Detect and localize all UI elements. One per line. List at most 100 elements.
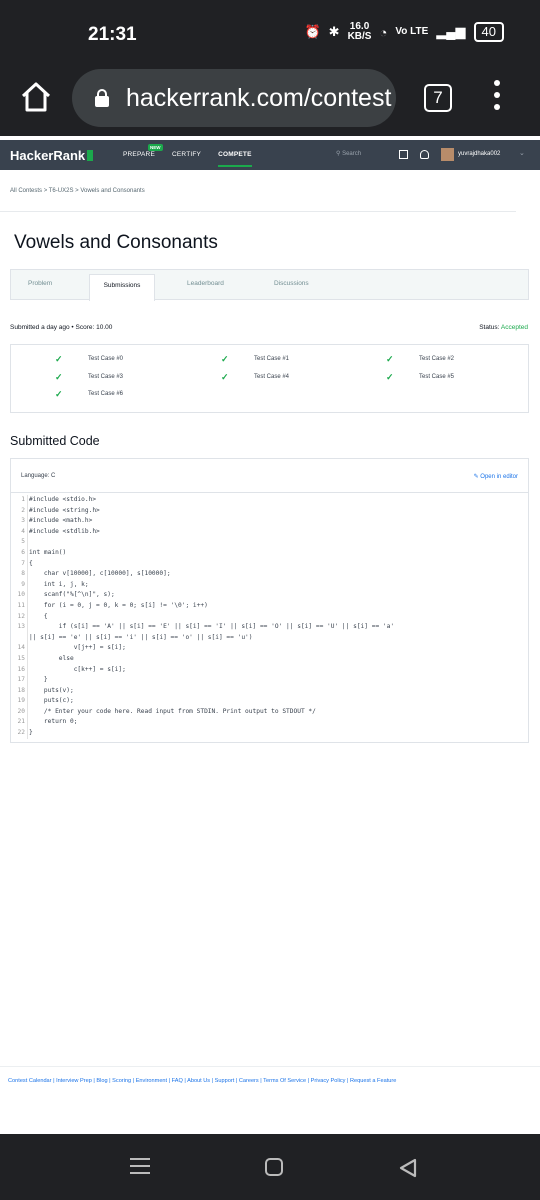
line-number: 22 [17, 729, 25, 737]
hackerrank-logo[interactable]: HackerRank [10, 148, 94, 163]
code-text: int main() [29, 548, 67, 556]
code-line: 9 int i, j, k; [11, 579, 530, 591]
line-number: 4 [21, 527, 25, 535]
tab-problem[interactable]: Problem [28, 280, 52, 287]
line-number: 20 [17, 707, 25, 715]
check-icon: ✓ [55, 354, 63, 364]
footer-links[interactable]: Contest Calendar | Interview Prep | Blog… [8, 1078, 396, 1084]
line-number: 12 [17, 612, 25, 620]
code-line: 13 if (s[i] == 'A' || s[i] == 'E' || s[i… [11, 622, 530, 633]
code-text: char v[10000], c[10000], s[10000]; [29, 570, 171, 578]
breadcrumb-all-contests[interactable]: All Contests [10, 188, 42, 194]
challenge-tabs: Problem Submissions Leaderboard Discussi… [10, 269, 529, 301]
code-text: { [29, 559, 33, 567]
check-icon: ✓ [221, 354, 229, 364]
code-line: 3 #include <math.h> [11, 516, 530, 527]
volte-label: Vo LTE [395, 26, 429, 37]
nav-certify[interactable]: CERTIFY [172, 151, 201, 158]
home-icon[interactable] [20, 80, 52, 114]
testcase-item[interactable]: ✓ Test Case #2 [386, 354, 454, 364]
battery-indicator: 40 [473, 22, 504, 42]
section-title: Submitted Code [10, 434, 100, 448]
line-number: 7 [21, 559, 25, 567]
chevron-right-icon: > [43, 188, 48, 194]
line-number: 5 [21, 538, 25, 546]
code-line: 14 v[j++] = s[i]; [11, 643, 530, 654]
line-number: 9 [21, 580, 25, 588]
code-text: return 0; [29, 718, 78, 726]
language-label: Language: C [21, 473, 56, 479]
testcase-item[interactable]: ✓ Test Case #1 [221, 354, 289, 364]
line-number: 11 [17, 601, 25, 609]
notifications-icon[interactable] [420, 150, 429, 159]
lock-icon [95, 89, 109, 107]
url-bar[interactable]: hackerrank.com/contest [72, 69, 396, 127]
tab-submissions[interactable]: Submissions [89, 274, 155, 301]
line-number: 10 [17, 591, 25, 599]
avatar[interactable] [441, 148, 454, 161]
alarm-icon: ⏰ [304, 24, 321, 39]
code-line: 5 [11, 537, 530, 548]
chevron-right-icon: > [75, 188, 79, 194]
code-line: 11 for (i = 0, j = 0, k = 0; s[i] != '\0… [11, 600, 530, 612]
check-icon: ✓ [55, 389, 63, 399]
nav-prepare[interactable]: PREPARE [123, 151, 155, 158]
clock: 21:31 [88, 24, 137, 45]
code-line: 18 puts(v); [11, 685, 530, 697]
browser-toolbar: hackerrank.com/contest [0, 62, 540, 136]
pencil-icon: ✎ [473, 474, 479, 480]
line-number: 16 [17, 665, 25, 673]
code-line: 16 c[k++] = s[i]; [11, 664, 530, 676]
code-text: #include <stdio.h> [29, 496, 97, 503]
home-nav-icon[interactable] [265, 1158, 283, 1176]
code-text: c[k++] = s[i]; [29, 665, 126, 673]
tab-switcher-button[interactable]: 7 [424, 84, 452, 112]
code-text: for (i = 0, j = 0, k = 0; s[i] != '\0'; … [29, 601, 208, 609]
line-number: 6 [21, 548, 25, 556]
tab-discussions[interactable]: Discussions [274, 280, 309, 287]
back-icon[interactable] [398, 1158, 418, 1178]
url-text: hackerrank.com/contest [126, 84, 392, 112]
code-line: 17 } [11, 675, 530, 686]
chevron-down-icon[interactable]: ⌄ [519, 149, 525, 157]
breadcrumb: All Contests > T6-UX2S > Vowels and Cons… [10, 188, 145, 194]
code-text: } [29, 676, 48, 684]
code-text: #include <stdlib.h> [29, 527, 100, 535]
search-input[interactable]: ⚲ Search [336, 150, 361, 157]
code-line: 6 int main() [11, 547, 530, 559]
site-header: HackerRank NEW PREPARE CERTIFY COMPETE ⚲… [0, 140, 540, 170]
check-icon: ✓ [386, 354, 394, 364]
code-line: 7{ [11, 558, 530, 570]
status-value: Accepted [500, 324, 528, 331]
net-speed: 16.0 KB/S [347, 21, 372, 42]
check-icon: ✓ [221, 372, 229, 382]
code-lines: 1 #include <stdio.h> 2 #include <string.h> 3… [11, 495, 530, 739]
code-text: { [29, 612, 48, 620]
line-number: 19 [17, 697, 25, 705]
footer-divider [0, 1066, 540, 1067]
code-header: Language: C ✎ Open in editor [11, 459, 528, 493]
username[interactable]: yuvrajdhaka002 [458, 151, 500, 157]
status-badge: Status: Accepted [479, 324, 528, 331]
code-viewer: Language: C ✎ Open in editor 1 #include <… [10, 458, 529, 743]
open-in-editor-link[interactable]: ✎ Open in editor [474, 473, 518, 480]
check-icon: ✓ [386, 372, 394, 382]
tab-leaderboard[interactable]: Leaderboard [187, 280, 224, 287]
signal-icon: ▂▄▆ [436, 24, 466, 39]
code-line: 21 return 0; [11, 717, 530, 729]
code-text: if (s[i] == 'A' || s[i] == 'E' || s[i] =… [29, 623, 395, 631]
check-icon: ✓ [55, 372, 63, 382]
testcase-item[interactable]: ✓ Test Case #0 [55, 354, 123, 364]
nav-compete[interactable]: COMPETE [218, 151, 252, 167]
testcase-item[interactable]: ✓ Test Case #3 [55, 372, 123, 382]
testcase-item[interactable]: ✓ Test Case #4 [221, 372, 289, 382]
testcase-item[interactable]: ✓ Test Case #5 [386, 372, 454, 382]
messages-icon[interactable] [399, 150, 408, 159]
status-bar: 21:31 ⏰ ✱ 16.0 KB/S ◔ Vo LTE ▂▄▆ 40 [0, 0, 540, 62]
breadcrumb-challenge[interactable]: Vowels and Consonants [80, 188, 144, 194]
testcase-item[interactable]: ✓ Test Case #6 [55, 389, 123, 399]
recents-icon[interactable] [130, 1158, 150, 1179]
browser-menu-icon[interactable] [492, 80, 502, 114]
code-line: 15 else [11, 653, 530, 665]
breadcrumb-contest[interactable]: T6-UX2S [49, 188, 74, 194]
